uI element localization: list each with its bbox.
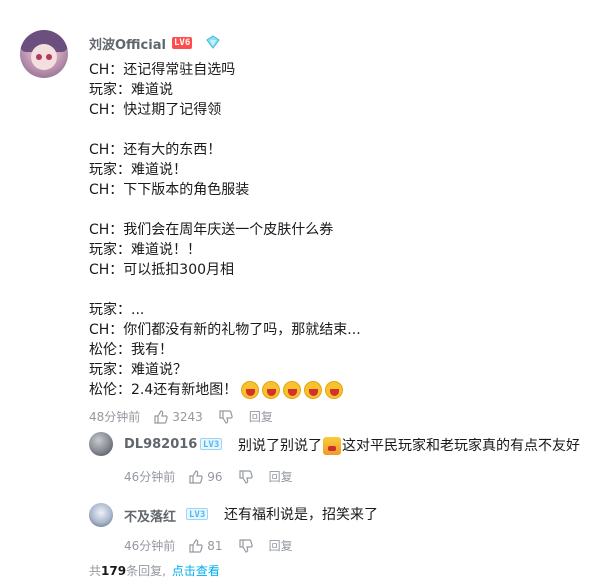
laugh-emoji-row <box>241 381 344 399</box>
reply-button[interactable]: 回复 <box>269 537 293 554</box>
comment-line: 松伦：我有！ <box>89 342 173 358</box>
laugh-emoji <box>241 381 260 399</box>
laugh-emoji <box>262 381 281 399</box>
like-count: 3243 <box>172 409 203 424</box>
reply-button[interactable]: 回复 <box>269 468 293 485</box>
thumb-down-icon <box>238 538 253 553</box>
reply-text-part: 别说了别说了 <box>238 438 322 454</box>
comment-username[interactable]: 刘波Official <box>89 34 166 53</box>
like-count: 96 <box>207 469 223 484</box>
like-button[interactable]: 81 <box>189 538 223 553</box>
avatar[interactable] <box>20 30 68 78</box>
comment-line: CH：可以抵扣300月相 <box>89 262 235 278</box>
comment-line-blank <box>89 280 361 300</box>
comment-body: CH：还记得常驻自选吗 玩家：难道说 CH：快过期了记得领 CH：还有大的东西！… <box>89 60 361 400</box>
comment-line: 玩家：难道说！！ <box>89 242 201 258</box>
reply-count: 179 <box>101 564 127 578</box>
reply-username[interactable]: 不及落红 <box>124 506 176 525</box>
thumb-up-icon <box>189 538 204 553</box>
comment-line: CH：下下版本的角色服装 <box>89 182 250 198</box>
reply-time: 46分钟前 <box>124 470 176 484</box>
comment-line-blank <box>89 200 361 220</box>
thumb-down-icon <box>219 409 233 424</box>
comment-line: 玩家：... <box>89 302 145 318</box>
diamond-icon <box>206 35 220 49</box>
dislike-button[interactable] <box>219 409 233 424</box>
level-badge: LV3 <box>200 438 223 450</box>
reply-time: 46分钟前 <box>124 539 176 553</box>
comment-line-blank <box>89 120 361 140</box>
reply-summary-suffix: 条回复, <box>126 564 166 578</box>
reply-text: 还有福利说是，招笑来了 <box>224 507 378 523</box>
laugh-emoji <box>283 381 302 399</box>
thumb-up-icon <box>154 409 169 424</box>
level-badge: LV3 <box>186 508 209 520</box>
comment-line: 玩家：难道说？ <box>89 362 187 378</box>
comment-time: 48分钟前 <box>89 410 141 424</box>
reply-text-part: 这对平民玩家和老玩家真的有点不友好 <box>342 438 580 454</box>
avatar-eye <box>46 54 52 60</box>
comment-line: 玩家：难道说 <box>89 82 173 98</box>
like-button[interactable]: 3243 <box>154 410 203 424</box>
reply-meta: 46分钟前 96 回复 <box>124 468 293 485</box>
dislike-button[interactable] <box>238 538 253 553</box>
comment-meta: 48分钟前 3243 回复 <box>89 408 273 425</box>
angry-emoji <box>323 437 341 455</box>
comment-line-last: 松伦：2.4还有新地图！ <box>89 380 361 400</box>
view-replies-link[interactable]: 点击查看 <box>172 564 220 578</box>
avatar-eye <box>36 54 42 60</box>
comment-line: CH：你们都没有新的礼物了吗，那就结束... <box>89 322 361 338</box>
level-badge: LV6 <box>172 37 193 49</box>
reply-avatar[interactable] <box>89 432 113 456</box>
reply-username[interactable]: DL982016 <box>124 437 197 452</box>
reply-button[interactable]: 回复 <box>249 408 273 425</box>
reply-text: 别说了别说了 这对平民玩家和老玩家真的有点不友好 <box>238 435 580 455</box>
reply-meta: 46分钟前 81 回复 <box>124 537 293 554</box>
like-count: 81 <box>207 538 223 553</box>
laugh-emoji <box>325 381 344 399</box>
comment-line: CH：还记得常驻自选吗 <box>89 62 236 78</box>
comment-line: CH：快过期了记得领 <box>89 102 222 118</box>
comment-line: CH：我们会在周年庆送一个皮肤什么券 <box>89 222 334 238</box>
reply-avatar[interactable] <box>89 503 113 527</box>
thumb-down-icon <box>238 469 253 484</box>
thumb-up-icon <box>189 469 204 484</box>
avatar-face <box>31 44 57 70</box>
comment-line-text: 松伦：2.4还有新地图！ <box>89 382 238 398</box>
reply-summary-prefix: 共 <box>89 564 102 578</box>
laugh-emoji <box>304 381 323 399</box>
like-button[interactable]: 96 <box>189 469 223 484</box>
comment-line: 玩家：难道说！ <box>89 162 187 178</box>
dislike-button[interactable] <box>238 469 253 484</box>
reply-summary: 共179条回复, 点击查看 <box>89 562 220 578</box>
comment-line: CH：还有大的东西！ <box>89 142 222 158</box>
